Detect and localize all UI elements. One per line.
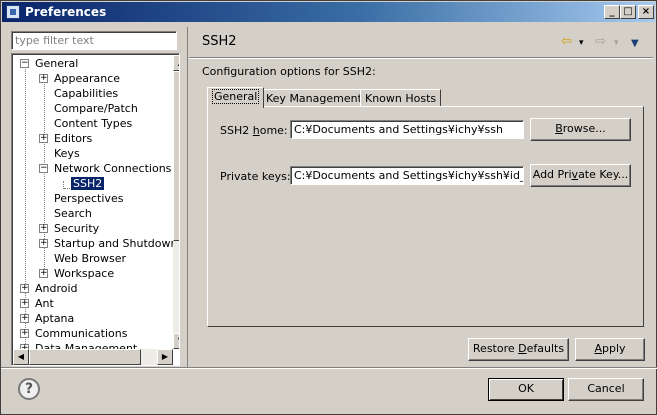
tab-known-hosts[interactable]: Known Hosts — [360, 89, 442, 107]
scroll-left-icon[interactable]: ◀ — [13, 349, 29, 365]
tree-item-startup-shutdown[interactable]: + Startup and Shutdown — [39, 236, 177, 251]
back-dropdown-icon[interactable]: ▾ — [579, 37, 584, 50]
tree-item-label: Capabilities — [54, 87, 119, 100]
tree-item-general[interactable]: − General — [20, 56, 78, 71]
tree-item-label: Ant — [35, 297, 54, 310]
tab-label: Key Management — [266, 92, 362, 105]
ok-button[interactable]: OK — [488, 378, 564, 401]
scroll-up-icon[interactable]: ▲ — [173, 55, 179, 71]
window-title: Preferences — [25, 5, 107, 19]
close-button[interactable]: × — [638, 5, 654, 19]
collapse-icon[interactable]: − — [20, 59, 29, 68]
tab-key-management[interactable]: Key Management — [261, 89, 367, 107]
tree-vertical-scrollbar[interactable]: ▲ ▼ — [173, 55, 179, 349]
add-private-key-button[interactable]: Add Private Key... — [530, 164, 631, 187]
tab-label: Known Hosts — [365, 92, 437, 105]
cancel-button[interactable]: Cancel — [568, 378, 644, 401]
tree-item-label: Workspace — [54, 267, 115, 280]
tree-item-perspectives[interactable]: Perspectives — [54, 191, 123, 206]
tree-item-label: SSH2 — [71, 177, 105, 190]
tree-item-ant[interactable]: + Ant — [20, 296, 54, 311]
scroll-right-icon[interactable]: ▶ — [157, 349, 173, 365]
page-description: Configuration options for SSH2: — [202, 65, 376, 78]
expand-icon[interactable]: + — [20, 329, 29, 338]
maximize-button[interactable]: □ — [620, 5, 636, 19]
tree-item-label: Search — [54, 207, 92, 220]
ssh2-home-field[interactable]: C:¥Documents and Settings¥ichy¥ssh — [290, 120, 524, 139]
tree-item-label: Aptana — [35, 312, 75, 325]
expand-icon[interactable]: + — [39, 239, 48, 248]
back-arrow-icon[interactable]: ⇦ — [561, 35, 572, 48]
tree-item-label: Content Types — [54, 117, 133, 130]
private-keys-field[interactable]: C:¥Documents and Settings¥ichy¥ssh¥id_rs… — [290, 166, 524, 185]
tab-general[interactable]: General — [207, 87, 265, 108]
scroll-thumb[interactable] — [173, 71, 179, 241]
minimize-button[interactable]: _ — [604, 5, 620, 19]
page-title: SSH2 — [202, 34, 237, 49]
tree-item-network-connections[interactable]: − Network Connections — [39, 161, 171, 176]
expand-icon[interactable]: + — [39, 74, 48, 83]
tree-item-label: Startup and Shutdown — [54, 237, 178, 250]
tree-item-label: Appearance — [54, 72, 121, 85]
tree-item-label: Android — [35, 282, 78, 295]
tree-item-workspace[interactable]: + Workspace — [39, 266, 114, 281]
expand-icon[interactable]: + — [39, 224, 48, 233]
tree-horizontal-scrollbar[interactable]: ◀ ▶ — [13, 349, 173, 365]
help-icon[interactable]: ? — [18, 378, 40, 400]
tree-item-label: Keys — [54, 147, 80, 160]
preference-tree[interactable]: − General + Appearance Capabilities Comp… — [11, 53, 180, 366]
scroll-down-icon[interactable]: ▼ — [173, 333, 179, 349]
tree-item-label: Web Browser — [54, 252, 127, 265]
view-menu-icon[interactable]: ▼ — [631, 37, 639, 50]
tree-item-label: Security — [54, 222, 100, 235]
tree-item-label: Perspectives — [54, 192, 124, 205]
tab-label: General — [212, 89, 260, 104]
tree-item-label: Compare/Patch — [54, 102, 138, 115]
title-bar[interactable]: Preferences _ □ × — [2, 2, 655, 22]
tree-item-keys[interactable]: Keys — [54, 146, 80, 161]
tree-item-compare-patch[interactable]: Compare/Patch — [54, 101, 138, 116]
tree-item-label: Communications — [35, 327, 128, 340]
app-icon — [6, 5, 20, 19]
expand-icon[interactable]: + — [20, 314, 29, 323]
browse-button[interactable]: Browse... — [530, 118, 631, 141]
tree-item-web-browser[interactable]: Web Browser — [54, 251, 126, 266]
tree-item-aptana[interactable]: + Aptana — [20, 311, 74, 326]
expand-icon[interactable]: + — [39, 269, 48, 278]
tree-item-android[interactable]: + Android — [20, 281, 78, 296]
tree-item-label: Network Connections — [54, 162, 172, 175]
private-keys-label: Private keys: — [220, 170, 291, 183]
filter-input[interactable]: type filter text — [11, 31, 177, 50]
expand-icon[interactable]: + — [39, 134, 48, 143]
apply-button[interactable]: Apply — [575, 338, 645, 361]
preferences-dialog: Preferences _ □ × type filter text − Gen… — [0, 0, 657, 415]
tree-item-capabilities[interactable]: Capabilities — [54, 86, 118, 101]
tree-item-communications[interactable]: + Communications — [20, 326, 127, 341]
ssh2-home-label: SSH2 home: — [220, 124, 288, 137]
footer-separator — [1, 367, 657, 369]
tree-item-search[interactable]: Search — [54, 206, 92, 221]
tree-item-label: General — [35, 57, 79, 70]
tree-item-label: Editors — [54, 132, 93, 145]
tree-item-content-types[interactable]: Content Types — [54, 116, 132, 131]
tree-item-editors[interactable]: + Editors — [39, 131, 92, 146]
scroll-thumb[interactable] — [29, 349, 141, 365]
expand-icon[interactable]: + — [20, 299, 29, 308]
tree-item-security[interactable]: + Security — [39, 221, 99, 236]
tree-item-appearance[interactable]: + Appearance — [39, 71, 120, 86]
splitter[interactable] — [187, 27, 188, 367]
header-separator — [189, 57, 653, 59]
collapse-icon[interactable]: − — [39, 164, 48, 173]
forward-dropdown-icon[interactable]: ▾ — [614, 37, 619, 50]
expand-icon[interactable]: + — [20, 284, 29, 293]
forward-arrow-icon[interactable]: ⇨ — [595, 35, 606, 48]
restore-defaults-button[interactable]: Restore Defaults — [468, 338, 569, 361]
tree-item-ssh2[interactable]: SSH2 — [71, 176, 105, 191]
